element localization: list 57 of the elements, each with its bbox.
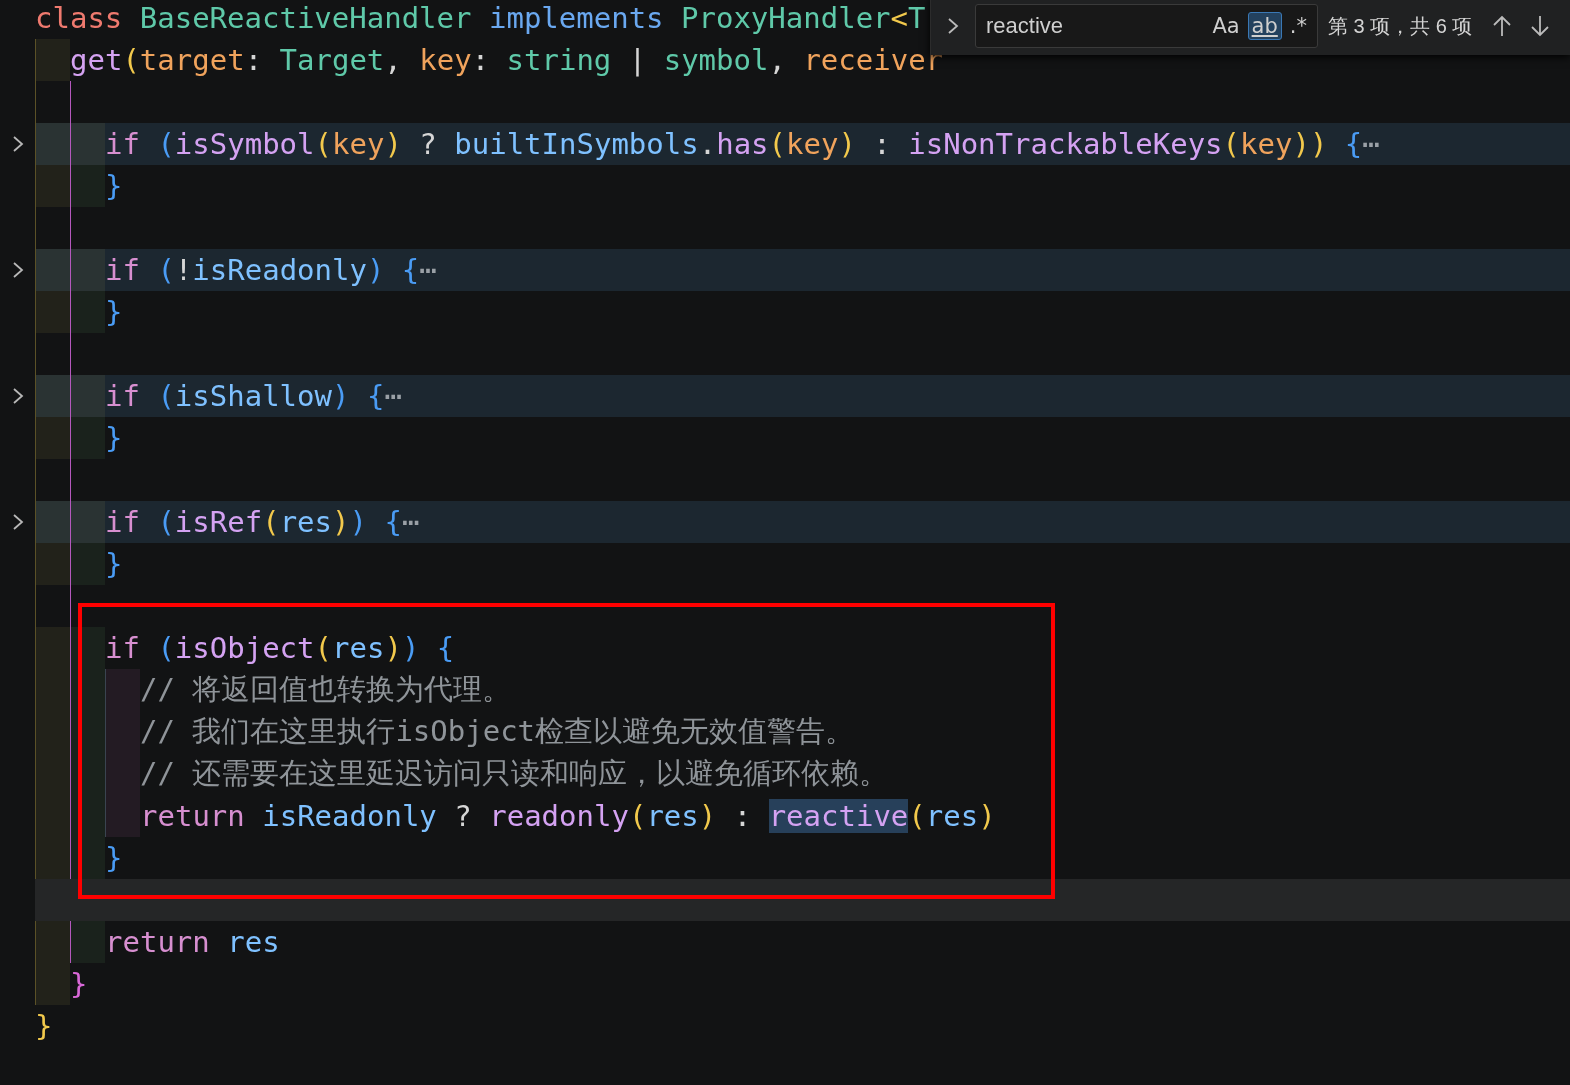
arrow-down-icon — [1530, 15, 1551, 37]
indent-guide — [35, 417, 70, 459]
indent-guide — [35, 123, 70, 165]
indent-guide — [70, 417, 105, 459]
indent-guide — [35, 39, 70, 81]
search-option-toggle[interactable]: ab — [1247, 12, 1282, 40]
code-line: } — [105, 168, 123, 205]
chevron-right-icon[interactable] — [11, 135, 24, 153]
code-line: if (isShallow) {⋯ — [105, 378, 402, 415]
next-match-button[interactable] — [1530, 15, 1551, 37]
indent-guide — [35, 543, 70, 585]
indent-guide — [70, 165, 105, 207]
indent-guide — [35, 291, 70, 333]
indent-guide — [70, 543, 105, 585]
indent-guide — [35, 837, 70, 879]
chevron-right-icon[interactable] — [11, 261, 24, 279]
match-count: 第 3 项，共 6 项 — [1328, 13, 1473, 39]
indent-guide — [70, 123, 105, 165]
indent-guide — [70, 291, 105, 333]
indent-guide — [35, 921, 70, 963]
indent-guide — [35, 501, 70, 543]
indent-guide — [105, 795, 140, 837]
arrow-up-icon — [1492, 15, 1513, 37]
code-line: return res — [105, 924, 280, 961]
code-line: if (isSymbol(key) ? builtInSymbols.has(key) : isNonTrackableKeys(key)) {⋯ — [105, 126, 1380, 163]
indent-guide — [105, 669, 140, 711]
code-line: class BaseReactiveHandler implements ProxyHandler<T — [35, 0, 926, 37]
code-comment: // 我们在这里执行isObject检查以避免无效值警告。 — [140, 713, 855, 750]
find-input-field[interactable]: reactive Aa ab .* — [975, 4, 1318, 48]
code-line: } — [105, 294, 123, 331]
code-line: if (!isReadonly) {⋯ — [105, 252, 437, 289]
code-line: return isReadonly ? readonly(res) : reactive(res) — [140, 798, 996, 835]
code-line: if (isObject(res)) { — [105, 630, 455, 667]
chevron-right-icon[interactable] — [11, 513, 24, 531]
code-line: } — [70, 966, 88, 1003]
chevron-right-icon — [947, 17, 959, 35]
code-line: } — [105, 546, 123, 583]
code-line: if (isRef(res)) {⋯ — [105, 504, 420, 541]
indent-guide — [35, 375, 70, 417]
search-option-toggle[interactable]: Aa — [1208, 12, 1244, 40]
code-line: } — [105, 420, 123, 457]
chevron-right-icon[interactable] — [11, 387, 24, 405]
indent-guide — [35, 165, 70, 207]
indent-guide — [70, 249, 105, 291]
code-line: get(target: Target, key: string | symbol, receiver — [70, 42, 944, 79]
indent-guide — [35, 963, 70, 1005]
code-line: } — [35, 1008, 53, 1045]
indent-guide — [70, 921, 105, 963]
code-comment: // 还需要在这里延迟访问只读和响应，以避免循环依赖。 — [140, 755, 889, 792]
search-option-toggle[interactable]: .* — [1285, 12, 1311, 40]
indent-guide — [70, 375, 105, 417]
indent-guide — [35, 627, 70, 669]
code-line: } — [105, 840, 123, 877]
indent-guide — [35, 249, 70, 291]
code-comment: // 将返回值也转换为代理。 — [140, 671, 512, 708]
previous-match-button[interactable] — [1492, 15, 1513, 37]
indent-guide — [70, 501, 105, 543]
